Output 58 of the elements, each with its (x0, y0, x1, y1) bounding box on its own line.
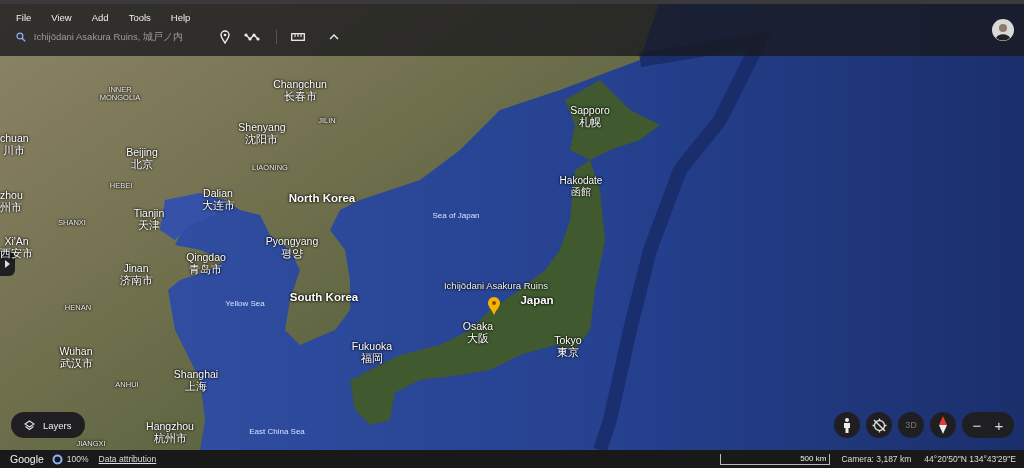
menu-item[interactable]: Tools (118, 11, 161, 23)
sea-label: Sea of Japan (432, 212, 480, 221)
city-label: Fukuoka 福岡 (351, 341, 393, 365)
menu-item[interactable]: Add (81, 11, 119, 23)
city-label: Osaka 大阪 (462, 321, 494, 345)
city-label: Hakodate 函館 (559, 175, 603, 197)
country-label: North Korea (288, 192, 356, 205)
person-icon (843, 417, 851, 433)
country-label: Japan (520, 294, 554, 307)
search-field[interactable]: Ichijōdani Asakura Ruins, 城戸ノ内 (33, 31, 208, 43)
city-label: Qingdao 青岛市 (186, 252, 226, 276)
caret-right-icon (5, 260, 10, 268)
measure-button[interactable] (291, 33, 305, 41)
city-label: chuan 川市 (0, 133, 29, 157)
city-label: Jinan 济南市 (119, 263, 153, 287)
city-label: Beijing 北京 (126, 147, 158, 171)
path-button[interactable] (244, 32, 260, 42)
menu-item[interactable]: View (41, 11, 82, 23)
zoom-in-button[interactable]: + (988, 413, 1010, 437)
ruler-icon (291, 33, 305, 41)
layers-button[interactable]: Layers (11, 412, 85, 438)
menu-item[interactable]: Help (160, 11, 201, 23)
city-label: Shanghai 上海 (173, 369, 219, 393)
compass-icon (939, 416, 947, 434)
menu-item[interactable]: File (6, 11, 42, 23)
city-label: Shenyang 沈阳市 (238, 122, 286, 146)
zoom-out-button[interactable]: − (966, 413, 988, 437)
data-attribution-link[interactable]: Data attribution (98, 454, 157, 464)
collapse-button[interactable] (329, 34, 339, 40)
no-tilt-icon (871, 417, 887, 433)
city-label: Hangzhou 杭州市 (146, 421, 194, 445)
caret-up-icon (329, 34, 339, 40)
city-label: Changchun 长春市 (273, 79, 327, 103)
city-label: Sapporo 札幌 (570, 105, 610, 129)
coordinates-text: 44°20'50"N 134°43'29"E (924, 454, 1016, 464)
scale-bar: 500 km (720, 453, 831, 465)
pin-icon (220, 30, 230, 44)
country-label: South Korea (289, 291, 359, 304)
city-label: Pyongyang 평양 (265, 236, 319, 260)
loading-ring-icon (51, 453, 63, 465)
city-label: zhou 州市 (0, 190, 23, 214)
logo-text: Google (10, 453, 44, 465)
sea-label: East China Sea (249, 428, 305, 437)
city-label: Tianjin 天津 (133, 208, 165, 232)
camera-altitude: Camera: 3,187 km (841, 454, 912, 464)
search-icon[interactable] (16, 32, 26, 42)
quality-text: 100% (66, 454, 89, 464)
sea-label: Yellow Sea (225, 300, 265, 309)
city-label: Tokyo 東京 (554, 335, 582, 359)
city-label: Wuhan 武汉市 (59, 346, 93, 370)
placemark-button[interactable] (220, 30, 230, 44)
place-label: Ichijōdani Asakura Ruins (444, 281, 548, 292)
user-avatar[interactable] (992, 19, 1014, 41)
layers-icon (24, 419, 35, 431)
city-label: Xi'An 西安市 (0, 236, 33, 260)
path-icon (244, 32, 260, 42)
map-pin-icon[interactable] (487, 296, 501, 316)
city-label: Dalian 大连市 (201, 188, 235, 212)
